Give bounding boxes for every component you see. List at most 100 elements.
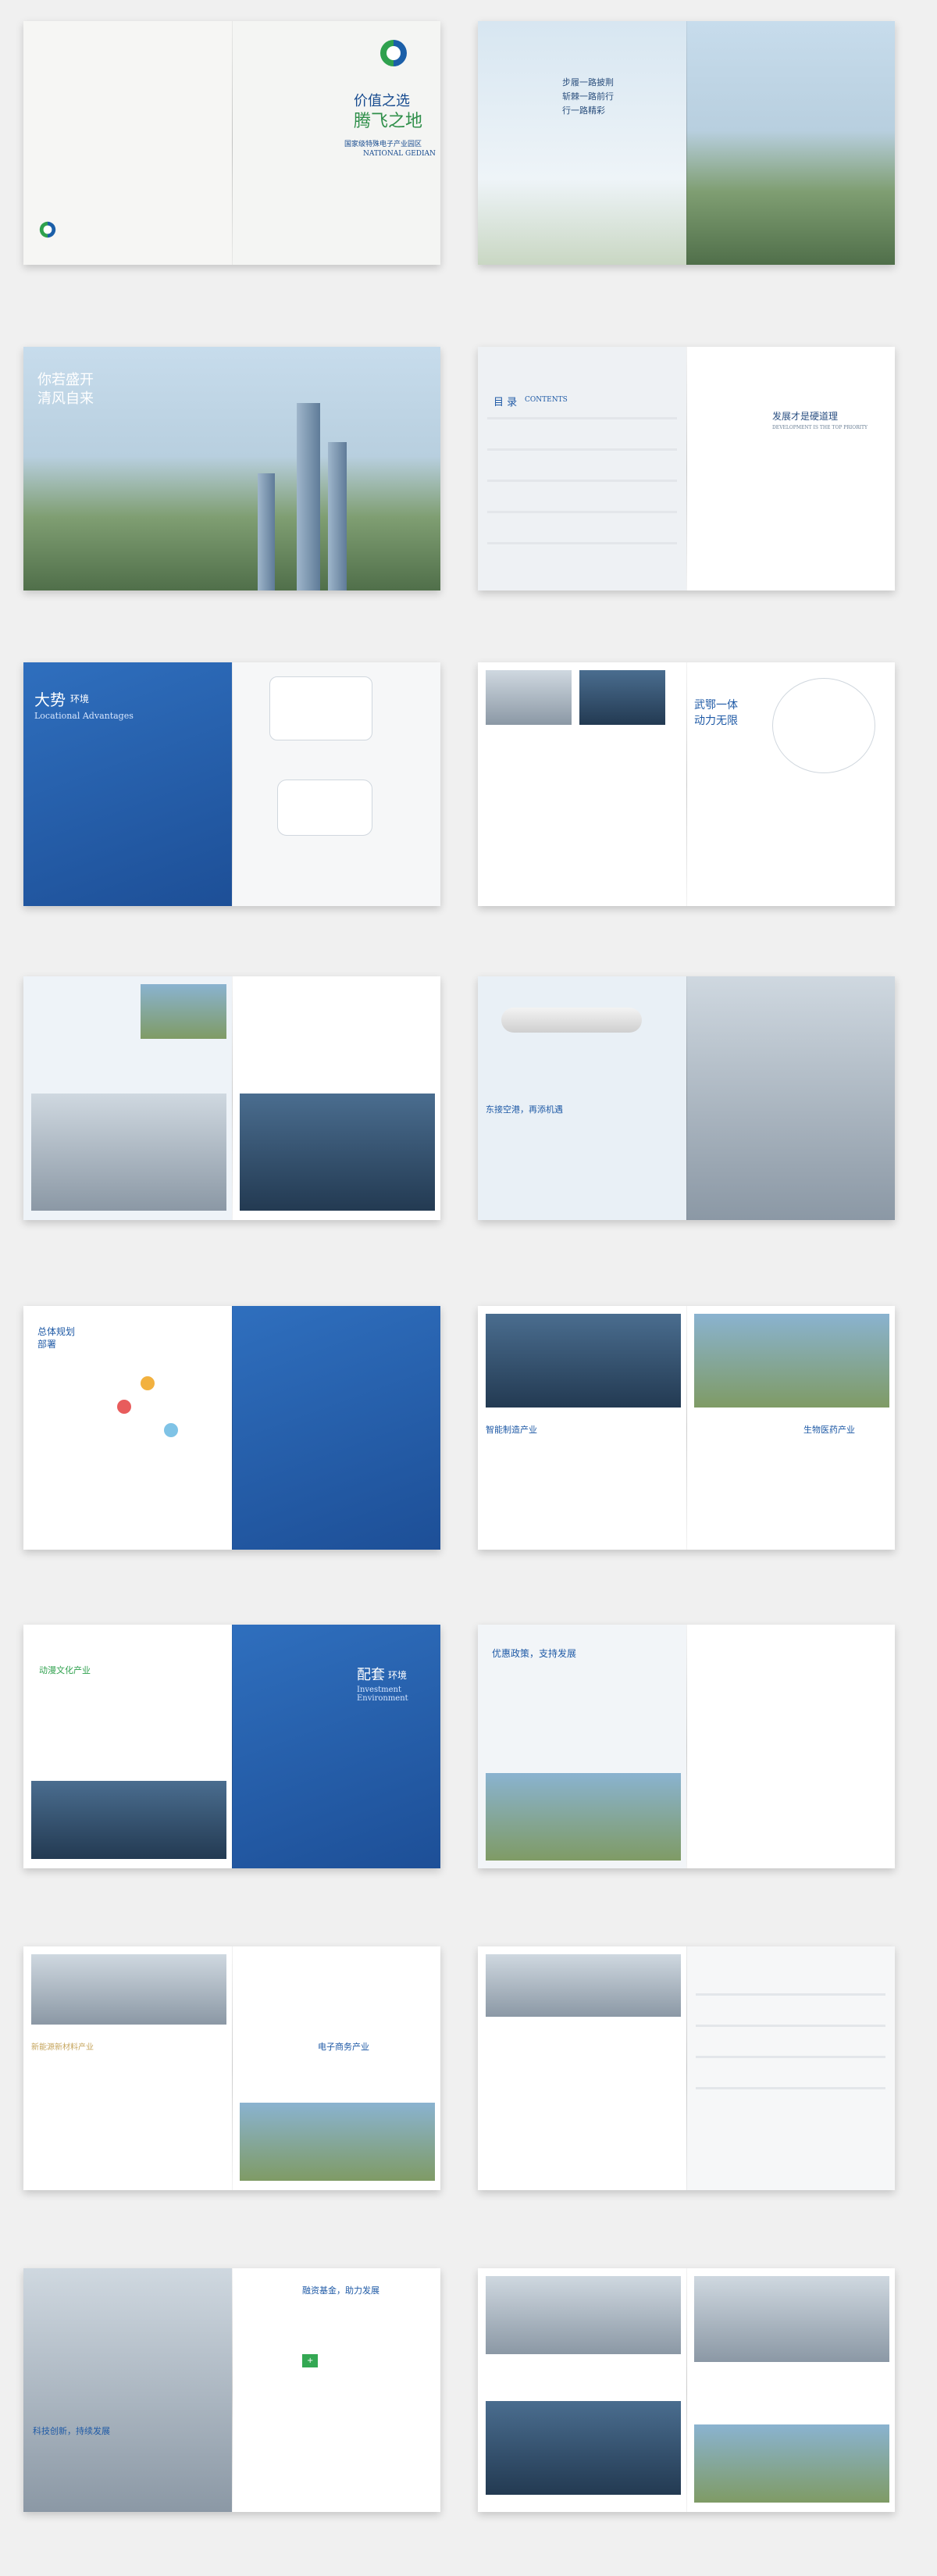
skyscraper-illustration (297, 403, 320, 590)
landmark-photo-2 (694, 2424, 889, 2503)
slogan-line-2: 腾飞之地 (354, 112, 423, 131)
fund-button: + (302, 2354, 319, 2367)
environment-page: 配套 环境 Investment Environment (232, 1625, 440, 1868)
innovation-page: 科技创新，持续发展 (23, 2268, 232, 2512)
project-photo-2 (486, 2401, 681, 2495)
location-title-small: 环境 (70, 694, 90, 705)
intro-line-1: 步履一路披荆 (562, 77, 614, 87)
spine (232, 1625, 233, 1868)
brochure-spread-3: 你若盛开 清风自来 (23, 347, 440, 590)
culture-photo (31, 1781, 226, 1859)
brochure-spread-12: 优惠政策，支持发展 (478, 1625, 895, 1868)
dev-title: 发展才是硬道理 (772, 411, 839, 422)
planning-title: 总体规划 (37, 1326, 76, 1337)
power-station-page (478, 1946, 686, 2190)
regional-page: 武鄂一体 动力无限 (686, 662, 895, 906)
brochure-spread-15: 科技创新，持续发展 融资基金，助力发展 + (23, 2268, 440, 2512)
spine (232, 1946, 233, 2190)
toc-divider (487, 511, 677, 513)
airplane-icon (501, 1008, 642, 1033)
industry-page-right (232, 976, 440, 1220)
brochure-spread-10: 智能制造产业 生物医药产业 (478, 1306, 895, 1550)
location-page: 大势 环境 Locational Advantages (23, 662, 232, 906)
airport-photo (486, 670, 572, 725)
location-title: 大势 (34, 690, 66, 709)
project-page-right (686, 2268, 895, 2512)
table-row-line (696, 2056, 885, 2058)
industrial-photo (141, 984, 226, 1039)
brochure-spread-2: 步履一路披荆 斩棘一路前行 行一路精彩 (478, 21, 895, 265)
new-energy-photo (31, 1954, 226, 2025)
brochure-spread-4: 目 录 CONTENTS 发展才是硬道理 DEVELOPMENT IS THE … (478, 347, 895, 590)
regional-title-2: 动力无限 (694, 715, 738, 727)
region-map (277, 780, 372, 836)
spine (232, 662, 233, 906)
spine (686, 1946, 687, 2190)
ecommerce-page: 电子商务产业 (232, 1946, 440, 2190)
brochure-spread-8: 东接空港，再添机遇 (478, 976, 895, 1220)
lab-photo (694, 1314, 889, 1408)
planning-title-2: 部署 (37, 1339, 57, 1350)
factory-photo (486, 1314, 681, 1408)
station-photo (579, 670, 665, 725)
zone-swatch (141, 1376, 155, 1390)
spine (686, 21, 687, 265)
location-title-en: Locational Advantages (34, 711, 134, 721)
intro-line-2: 斩棘一路前行 (562, 91, 614, 102)
logo-icon (380, 40, 407, 66)
toc-page: 目 录 CONTENTS (478, 347, 686, 590)
brochure-spread-11: 动漫文化产业 配套 环境 Investment Environment (23, 1625, 440, 1868)
development-page: 发展才是硬道理 DEVELOPMENT IS THE TOP PRIORITY (686, 347, 895, 590)
china-map (269, 676, 372, 740)
tower-photo (31, 1094, 226, 1211)
smart-manufacturing-title: 智能制造产业 (486, 1425, 537, 1435)
intro-page: 步履一路披荆 斩棘一路前行 行一路精彩 (478, 21, 686, 265)
headline-1: 你若盛开 (37, 372, 94, 388)
aerial-city-photo (686, 21, 895, 265)
logo-mark (39, 221, 56, 238)
table-row-line (696, 1993, 885, 1996)
zone-swatch (164, 1423, 178, 1437)
spine (686, 2268, 687, 2512)
spine (232, 1306, 233, 1550)
table-row-line (696, 2025, 885, 2027)
fund-title: 融资基金，助力发展 (302, 2285, 379, 2296)
back-cover (23, 21, 232, 265)
environment-title-2: 环境 (388, 1670, 408, 1681)
toc-divider (487, 480, 677, 482)
biomedical-title: 生物医药产业 (803, 1425, 855, 1435)
innovation-title: 科技创新，持续发展 (33, 2426, 110, 2436)
environment-title-en: Investment Environment (357, 1686, 408, 1703)
new-energy-page: 新能源新材料产业 (23, 1946, 232, 2190)
planning-page-right (232, 1306, 440, 1550)
toc-divider (487, 417, 677, 419)
spine (232, 21, 233, 265)
intro-line-3: 行一路精彩 (562, 105, 605, 116)
environment-title-1: 配套 (357, 1667, 385, 1683)
spine (686, 976, 687, 1220)
power-station-photo (486, 1954, 681, 2017)
brochure-spread-cover: 价值之选 腾飞之地 国家级特殊电子产业园区 NATIONAL GEDIAN (23, 21, 440, 265)
ecommerce-photo (240, 2103, 435, 2181)
project-page (478, 2268, 686, 2512)
landmark-photo (694, 2276, 889, 2362)
airport-aerial-photo (686, 976, 895, 1220)
ecommerce-title: 电子商务产业 (318, 2042, 369, 2052)
toc-title: 目 录 (493, 397, 518, 409)
park-name-en: NATIONAL GEDIAN (363, 150, 436, 158)
planning-page: 总体规划 部署 (23, 1306, 232, 1550)
brochure-spread-16 (478, 2268, 895, 2512)
toc-divider (487, 542, 677, 544)
brochure-spread-7 (23, 976, 440, 1220)
spine (686, 662, 687, 906)
spine (686, 1306, 687, 1550)
brochure-spread-5: 大势 环境 Locational Advantages (23, 662, 440, 906)
brochure-spread-14 (478, 1946, 895, 2190)
table-row-line (696, 2087, 885, 2089)
spine (232, 2268, 233, 2512)
front-cover: 价值之选 腾飞之地 国家级特殊电子产业园区 NATIONAL GEDIAN (232, 21, 440, 265)
animation-page: 动漫文化产业 (23, 1625, 232, 1868)
spine (232, 976, 233, 1220)
policy-page: 优惠政策，支持发展 (478, 1625, 686, 1868)
biomedical-page: 生物医药产业 (686, 1306, 895, 1550)
